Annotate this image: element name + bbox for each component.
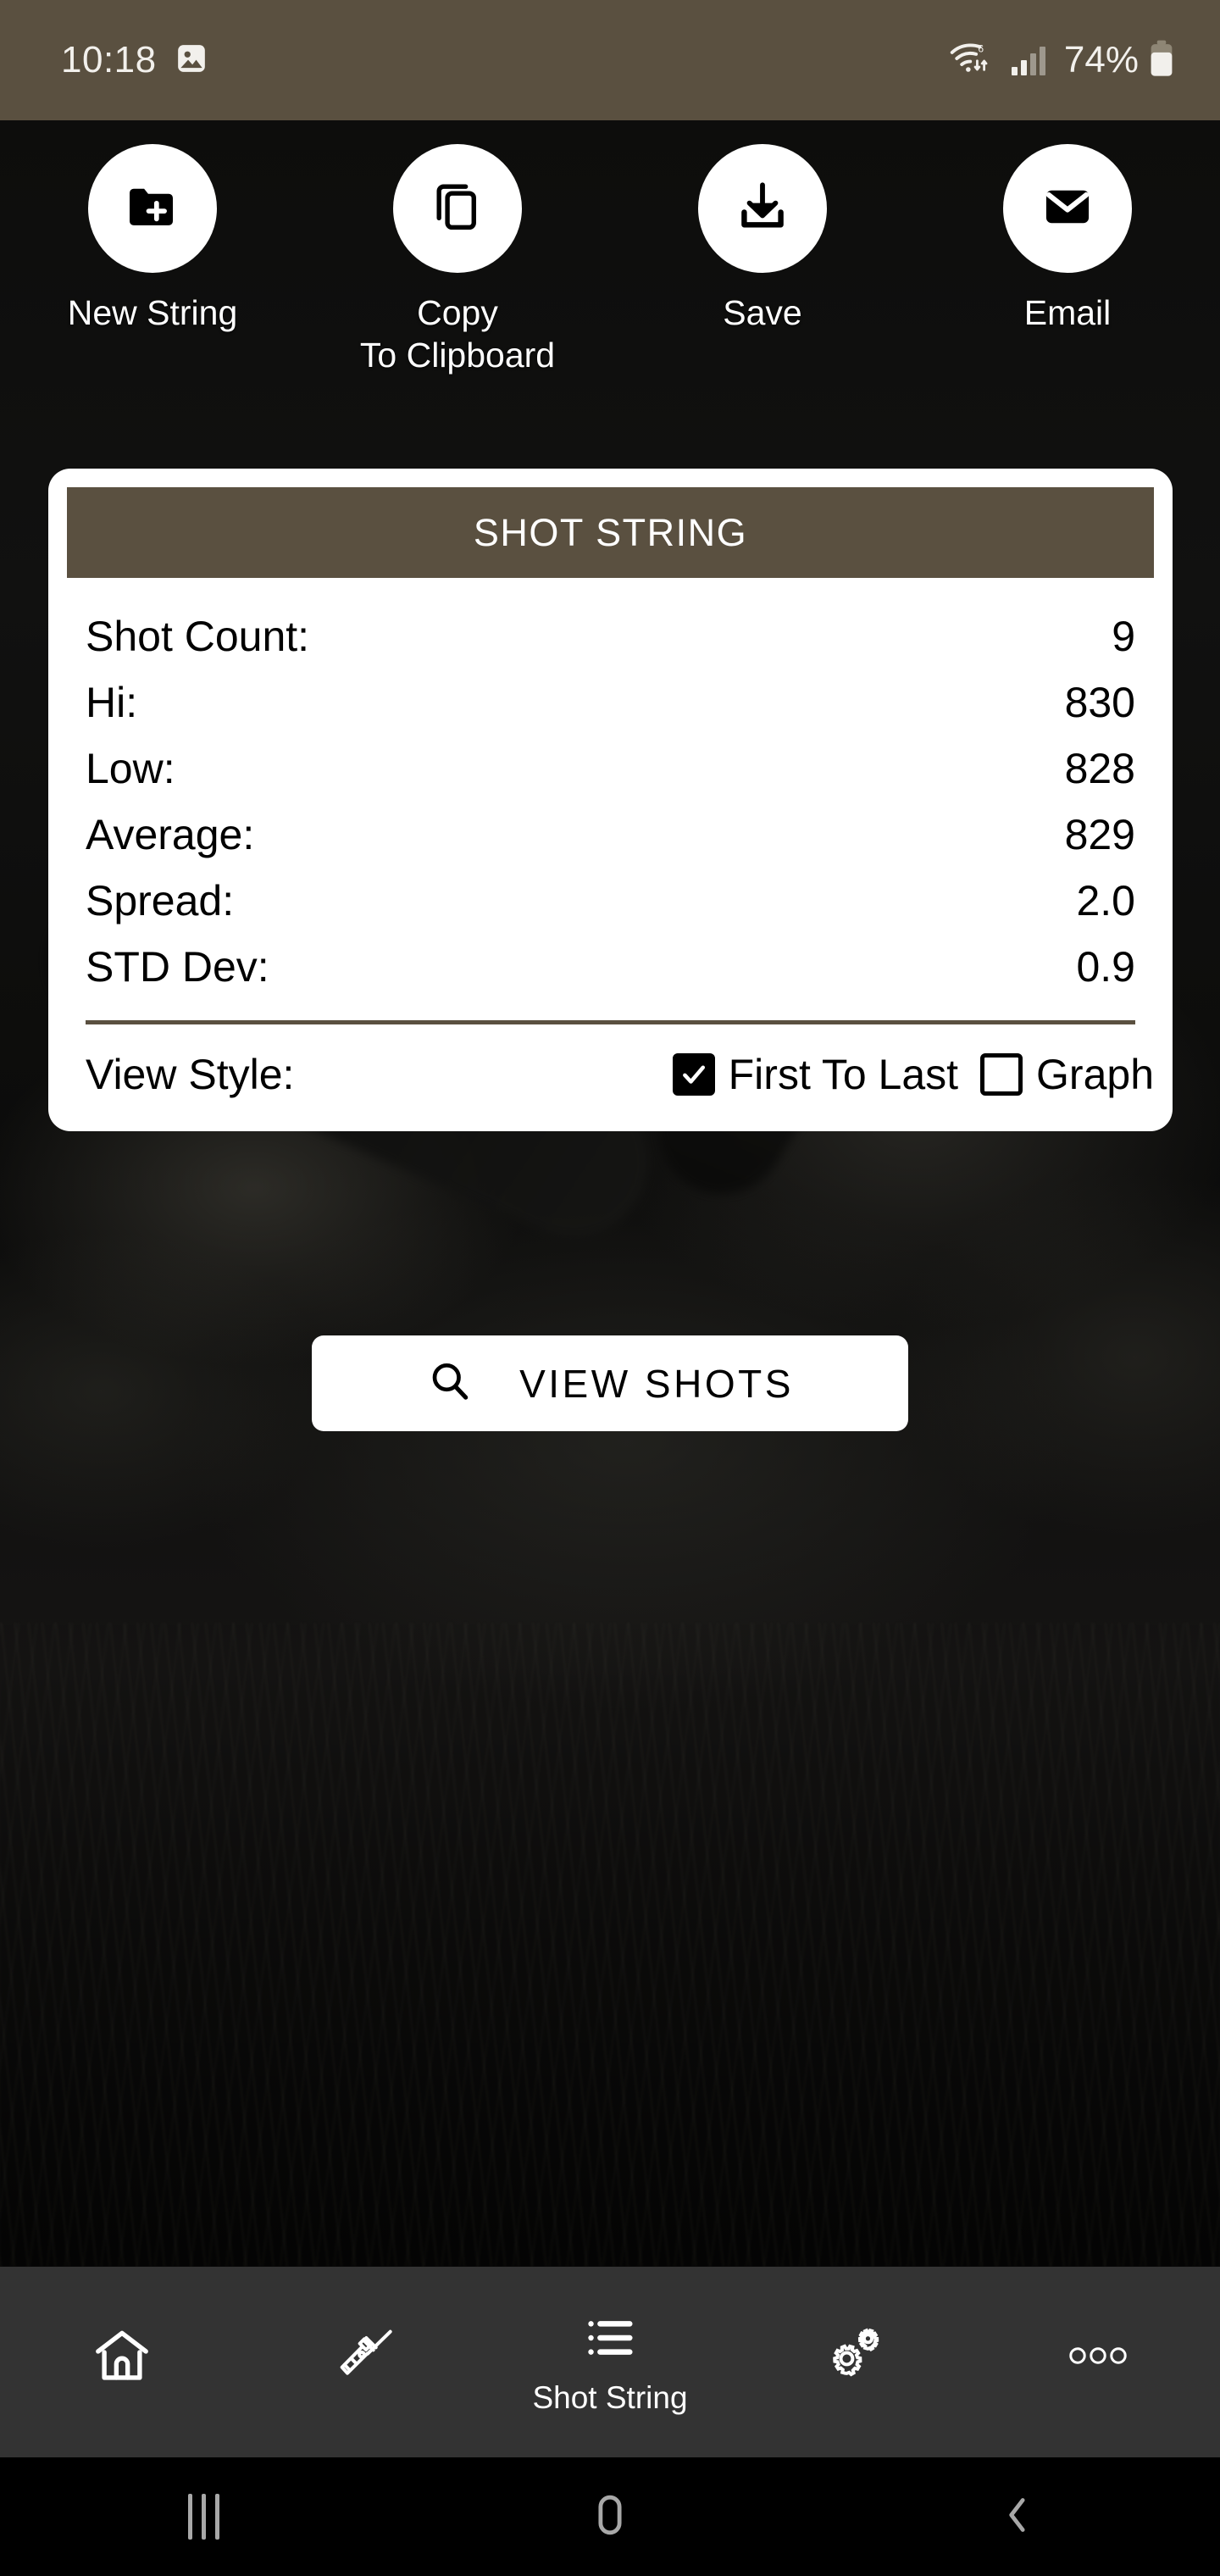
background-grass-texture	[0, 1623, 1220, 2267]
stat-value: 0.9	[1076, 943, 1135, 991]
search-icon	[426, 1357, 474, 1409]
stat-row: Low: 828	[86, 736, 1135, 802]
stat-value: 829	[1064, 811, 1135, 858]
stat-label: Low:	[86, 745, 175, 792]
home-icon	[90, 2323, 154, 2392]
recents-button[interactable]	[0, 2494, 407, 2540]
signal-icon	[1011, 45, 1045, 75]
battery-percent-label: 74%	[1063, 39, 1139, 80]
status-bar-right: 6 74%	[949, 39, 1174, 82]
graph-checkbox[interactable]	[980, 1053, 1023, 1096]
more-dots-icon	[1066, 2340, 1130, 2375]
stat-value: 9	[1112, 613, 1135, 660]
first-to-last-checkbox[interactable]	[672, 1053, 715, 1096]
list-icon	[580, 2308, 640, 2372]
system-navigation-bar	[0, 2457, 1220, 2576]
home-button[interactable]	[407, 2490, 813, 2544]
svg-text:6: 6	[978, 42, 984, 54]
save-label: Save	[723, 293, 802, 332]
copy-to-clipboard-button[interactable]: Copy To Clipboard	[305, 144, 610, 376]
envelope-icon	[1038, 177, 1097, 241]
folder-add-icon	[122, 176, 183, 242]
nav-item-shot-string[interactable]: Shot String	[488, 2267, 732, 2457]
shot-string-title: SHOT STRING	[473, 510, 748, 554]
stat-row: Hi: 830	[86, 669, 1135, 736]
shot-statistics-list: Shot Count: 9 Hi: 830 Low: 828 Average: …	[67, 578, 1154, 1000]
stat-label: STD Dev:	[86, 943, 269, 991]
shot-string-card: SHOT STRING Shot Count: 9 Hi: 830 Low: 8…	[48, 469, 1173, 1131]
nav-label-shot-string: Shot String	[532, 2380, 688, 2415]
nav-item-home[interactable]	[0, 2267, 244, 2457]
new-string-button[interactable]: New String	[0, 144, 305, 376]
stat-row: Spread: 2.0	[86, 868, 1135, 934]
stat-label: Spread:	[86, 877, 235, 924]
stat-label: Hi:	[86, 679, 138, 726]
view-shots-button[interactable]: VIEW SHOTS	[312, 1335, 908, 1431]
copy-to-clipboard-label: Copy To Clipboard	[359, 293, 556, 375]
image-icon	[175, 42, 208, 79]
email-button[interactable]: Email	[915, 144, 1220, 376]
background-photo	[0, 120, 1220, 2267]
nav-item-more[interactable]	[976, 2267, 1220, 2457]
save-button[interactable]: Save	[610, 144, 915, 376]
download-icon	[733, 177, 792, 241]
app-screen: 10:18 6 74% New String Copy To Clipboard…	[0, 0, 1220, 2576]
view-style-label: View Style:	[86, 1051, 295, 1098]
status-bar-left: 10:18	[61, 39, 208, 81]
stat-value: 2.0	[1076, 877, 1135, 924]
copy-to-clipboard-button-circle[interactable]	[393, 144, 522, 273]
save-button-circle[interactable]	[698, 144, 827, 273]
nav-item-settings[interactable]	[732, 2267, 976, 2457]
view-style-option-first-to-last[interactable]: First To Last	[672, 1050, 959, 1099]
stat-row: STD Dev: 0.9	[86, 934, 1135, 1000]
home-circle-icon	[585, 2490, 635, 2544]
view-style-row: View Style: First To Last Graph	[67, 1024, 1154, 1108]
app-bottom-nav: Shot String	[0, 2267, 1220, 2457]
email-label: Email	[1023, 293, 1112, 332]
back-button[interactable]	[813, 2492, 1220, 2542]
gears-icon	[822, 2323, 886, 2392]
battery-icon	[1149, 39, 1174, 82]
new-string-label: New String	[67, 293, 238, 332]
stat-row: Average: 829	[86, 802, 1135, 868]
status-bar: 10:18 6 74%	[0, 0, 1220, 120]
wifi-icon: 6	[949, 41, 993, 80]
back-chevron-icon	[994, 2492, 1040, 2542]
view-style-options: First To Last Graph	[672, 1050, 1154, 1099]
rifle-icon	[332, 2322, 400, 2394]
status-time: 10:18	[61, 39, 157, 80]
shot-string-header: SHOT STRING	[67, 487, 1154, 578]
stat-row: Shot Count: 9	[86, 603, 1135, 669]
new-string-button-circle[interactable]	[88, 144, 217, 273]
view-shots-label: VIEW SHOTS	[519, 1361, 794, 1406]
nav-item-rifle[interactable]	[244, 2267, 488, 2457]
first-to-last-label: First To Last	[728, 1051, 959, 1098]
stat-label: Average:	[86, 811, 255, 858]
stat-label: Shot Count:	[86, 613, 310, 660]
graph-label: Graph	[1036, 1051, 1154, 1098]
email-button-circle[interactable]	[1003, 144, 1132, 273]
stat-value: 828	[1064, 745, 1135, 792]
copy-icon	[429, 178, 486, 240]
recents-icon	[187, 2494, 219, 2540]
view-style-option-graph[interactable]: Graph	[980, 1050, 1154, 1099]
quick-actions-bar: New String Copy To Clipboard Save Email	[0, 144, 1220, 376]
stat-value: 830	[1064, 679, 1135, 726]
